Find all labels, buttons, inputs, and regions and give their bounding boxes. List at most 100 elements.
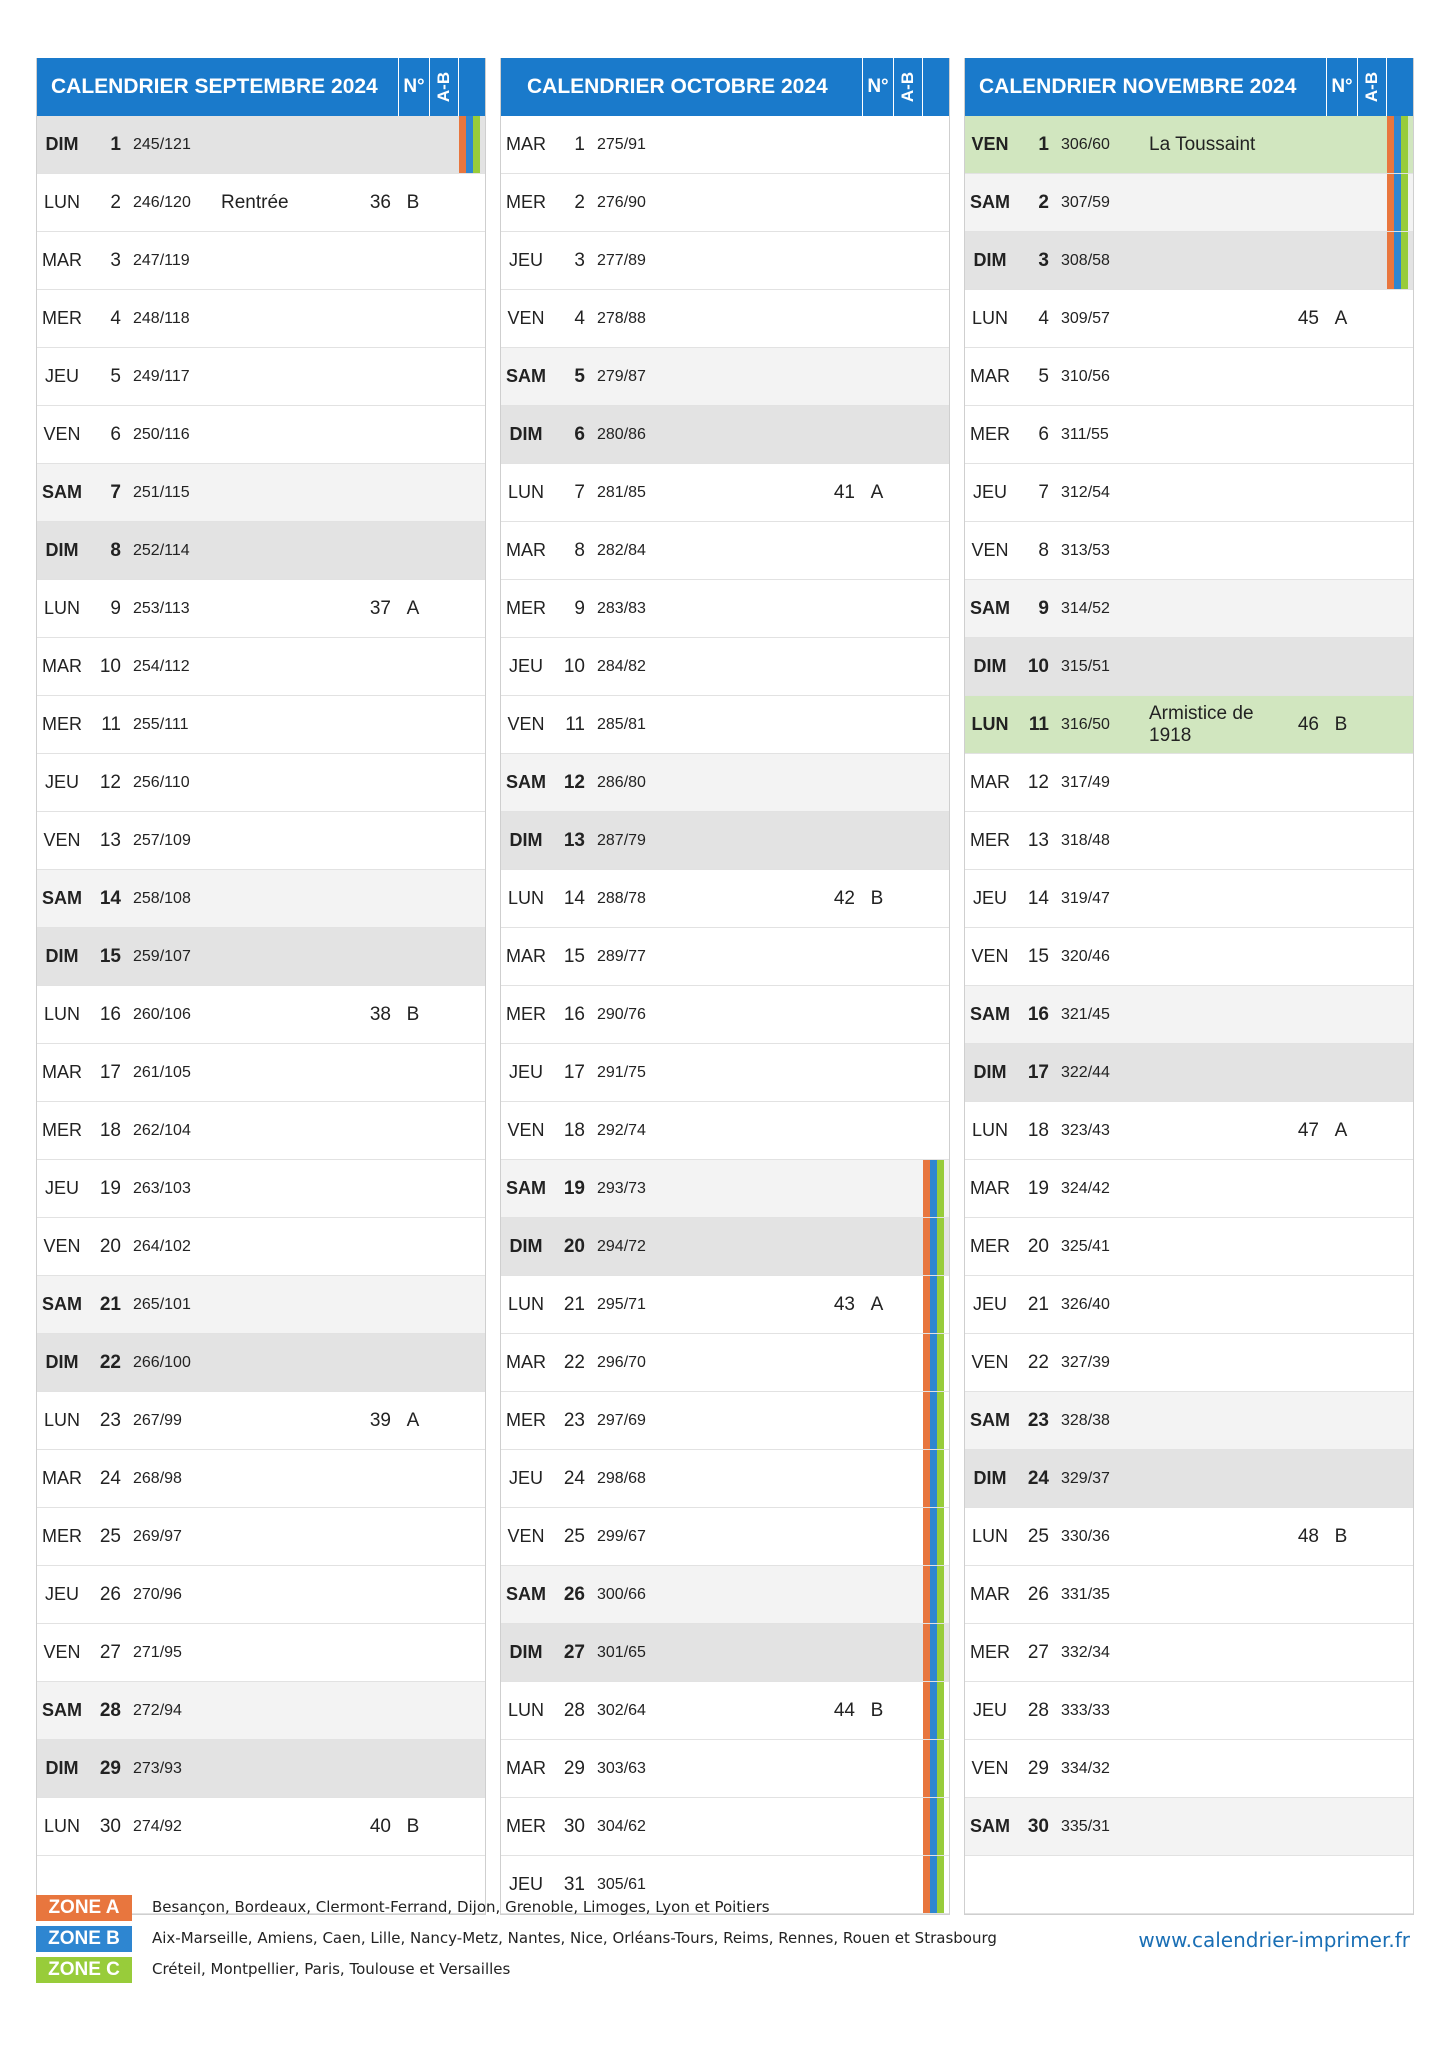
week-number bbox=[361, 1450, 391, 1507]
day-row: MER 16 290/76 bbox=[501, 986, 949, 1044]
day-of-year: 280/86 bbox=[597, 425, 646, 443]
event-label bbox=[685, 116, 825, 173]
day-row: MAR 17 261/105 bbox=[37, 1044, 485, 1102]
day-row: JEU 21 326/40 bbox=[965, 1276, 1413, 1334]
day-number: 20 bbox=[563, 1235, 585, 1257]
day-number: 30 bbox=[1027, 1815, 1049, 1837]
zone-c-stripe bbox=[937, 1276, 944, 1333]
week-number bbox=[825, 522, 855, 579]
event-label bbox=[221, 1276, 361, 1333]
school-holiday-stripes bbox=[923, 1856, 949, 1913]
zone-b-stripe bbox=[930, 1798, 937, 1855]
ab-week bbox=[865, 406, 889, 463]
event-label bbox=[221, 1740, 361, 1797]
week-number bbox=[1289, 1624, 1319, 1681]
day-row: LUN 2 246/120 Rentrée 36 B bbox=[37, 174, 485, 232]
ab-week bbox=[401, 870, 425, 927]
weekday-label: VEN bbox=[507, 1526, 545, 1546]
day-row: JEU 17 291/75 bbox=[501, 1044, 949, 1102]
week-number bbox=[1289, 580, 1319, 637]
day-of-year: 330/36 bbox=[1061, 1527, 1110, 1545]
ab-week bbox=[401, 696, 425, 753]
day-number: 5 bbox=[110, 365, 121, 387]
zone-a-stripe bbox=[923, 1624, 930, 1681]
day-of-year: 262/104 bbox=[133, 1121, 191, 1139]
weekday-label: DIM bbox=[509, 424, 543, 444]
ab-week bbox=[401, 1450, 425, 1507]
ab-week bbox=[865, 290, 889, 347]
zone-c-stripe bbox=[937, 1392, 944, 1449]
event-label bbox=[685, 754, 825, 811]
zone-b-stripe bbox=[930, 1392, 937, 1449]
ab-week bbox=[401, 522, 425, 579]
day-row: SAM 14 258/108 bbox=[37, 870, 485, 928]
week-number bbox=[361, 406, 391, 463]
week-number bbox=[1289, 1044, 1319, 1101]
day-number: 9 bbox=[110, 597, 121, 619]
ab-week: A bbox=[870, 481, 884, 503]
week-number bbox=[361, 1102, 391, 1159]
day-number: 19 bbox=[563, 1177, 585, 1199]
ab-week bbox=[865, 116, 889, 173]
day-number: 25 bbox=[1027, 1525, 1049, 1547]
school-holiday-stripes bbox=[923, 1450, 949, 1507]
ab-week bbox=[1329, 1276, 1353, 1333]
ab-week bbox=[865, 1218, 889, 1275]
day-of-year: 297/69 bbox=[597, 1411, 646, 1429]
day-number: 17 bbox=[99, 1061, 121, 1083]
event-label bbox=[1149, 1450, 1289, 1507]
day-number: 11 bbox=[1028, 713, 1049, 735]
event-label bbox=[221, 1624, 361, 1681]
zone-b-stripe bbox=[930, 1450, 937, 1507]
day-row: MAR 3 247/119 bbox=[37, 232, 485, 290]
event-label bbox=[685, 1218, 825, 1275]
day-row: LUN 4 309/57 45 A bbox=[965, 290, 1413, 348]
day-row: JEU 24 298/68 bbox=[501, 1450, 949, 1508]
day-number: 9 bbox=[1038, 597, 1049, 619]
day-row: LUN 30 274/92 40 B bbox=[37, 1798, 485, 1856]
day-row: LUN 25 330/36 48 B bbox=[965, 1508, 1413, 1566]
zone-a-stripe bbox=[1387, 174, 1394, 231]
week-number bbox=[825, 1566, 855, 1623]
day-row: MER 6 311/55 bbox=[965, 406, 1413, 464]
event-label bbox=[1149, 1102, 1289, 1159]
ab-week bbox=[1329, 116, 1353, 173]
day-of-year: 291/75 bbox=[597, 1063, 646, 1081]
day-row: DIM 15 259/107 bbox=[37, 928, 485, 986]
ab-week-header-label: A-B bbox=[1362, 71, 1381, 103]
day-of-year: 247/119 bbox=[133, 251, 190, 269]
day-row: VEN 15 320/46 bbox=[965, 928, 1413, 986]
week-number bbox=[825, 1218, 855, 1275]
website-link[interactable]: www.calendrier-imprimer.fr bbox=[1138, 1928, 1410, 1952]
zone-c-stripe bbox=[937, 1334, 944, 1391]
day-of-year: 324/42 bbox=[1061, 1179, 1110, 1197]
day-of-year: 315/51 bbox=[1061, 657, 1110, 675]
day-row: VEN 1 306/60 La Toussaint bbox=[965, 116, 1413, 174]
week-number bbox=[1289, 1682, 1319, 1739]
day-number: 27 bbox=[563, 1641, 585, 1663]
ab-week-header-label: A-B bbox=[434, 71, 453, 103]
week-number bbox=[361, 464, 391, 521]
weekday-label: VEN bbox=[971, 946, 1009, 966]
day-row: DIM 22 266/100 bbox=[37, 1334, 485, 1392]
week-number bbox=[1289, 1740, 1319, 1797]
event-label bbox=[685, 290, 825, 347]
day-row: DIM 13 287/79 bbox=[501, 812, 949, 870]
weekday-label: VEN bbox=[971, 1352, 1009, 1372]
ab-week bbox=[401, 1102, 425, 1159]
ab-week bbox=[401, 116, 425, 173]
day-of-year: 275/91 bbox=[597, 135, 646, 153]
ab-week: A bbox=[1334, 307, 1348, 329]
weekday-label: DIM bbox=[973, 1468, 1007, 1488]
weekday-label: LUN bbox=[507, 1700, 544, 1720]
weekday-label: MER bbox=[970, 1236, 1010, 1256]
day-row: JEU 10 284/82 bbox=[501, 638, 949, 696]
weekday-label: MAR bbox=[42, 1062, 82, 1082]
day-of-year: 321/45 bbox=[1061, 1005, 1110, 1023]
day-number: 16 bbox=[1027, 1003, 1049, 1025]
day-of-year: 265/101 bbox=[133, 1295, 191, 1313]
weekday-label: LUN bbox=[43, 598, 80, 618]
day-row: MAR 12 317/49 bbox=[965, 754, 1413, 812]
day-row: MAR 19 324/42 bbox=[965, 1160, 1413, 1218]
ab-week bbox=[401, 1566, 425, 1623]
